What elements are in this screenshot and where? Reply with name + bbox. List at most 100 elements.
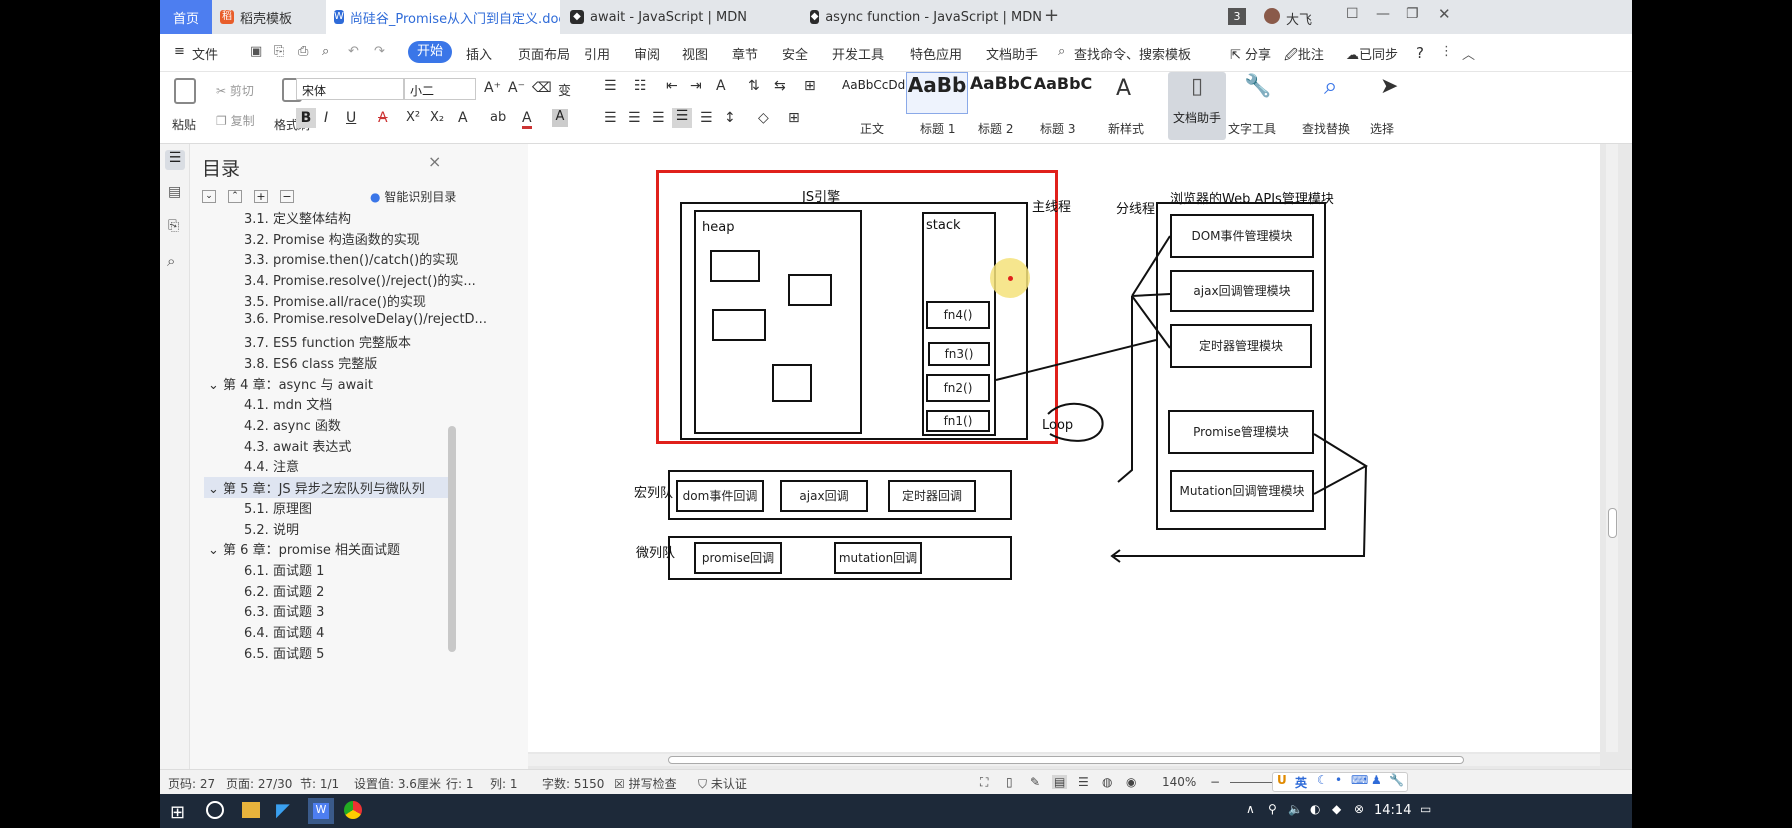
toc-item[interactable]: 3.5. Promise.all/race()的实现 <box>244 291 426 310</box>
toc-item[interactable]: 3.6. Promise.resolveDelay()/rejectD... <box>244 312 487 327</box>
toc-chapter[interactable]: ⌄ 第 6 章：promise 相关面试题 <box>208 539 400 558</box>
close-window-icon[interactable]: ✕ <box>1438 5 1451 23</box>
avatar[interactable] <box>1264 8 1280 24</box>
chevron-down-icon[interactable]: ⌄ <box>208 543 223 558</box>
save-icon[interactable]: ▣ <box>250 44 262 59</box>
volume-icon[interactable]: 🔈 <box>1288 802 1303 816</box>
italic-icon[interactable]: I <box>324 110 328 126</box>
vertical-scrollbar[interactable] <box>1606 144 1618 752</box>
menu-devtools[interactable]: 开发工具 <box>832 44 884 63</box>
write-mode-icon[interactable]: ✎ <box>1030 775 1040 789</box>
tab-daoke[interactable]: 稻稻壳模板 <box>212 0 324 34</box>
tab-mdn-await[interactable]: ◆ await - JavaScript | MDN <box>562 0 800 34</box>
menu-security[interactable]: 安全 <box>782 44 808 63</box>
chrome-icon[interactable] <box>344 801 362 819</box>
bullets-icon[interactable]: ☰ <box>604 78 617 94</box>
fullscreen-icon[interactable]: ⛶ <box>980 775 988 790</box>
zoom-level[interactable]: 140% <box>1162 775 1196 789</box>
char-shading-icon[interactable]: A <box>552 109 568 127</box>
menu-file[interactable]: 文件 <box>192 44 218 63</box>
clear-format-icon[interactable]: ⌫ <box>532 80 552 96</box>
superscript-icon[interactable]: X² <box>406 110 420 125</box>
horizontal-scroll-thumb[interactable] <box>668 756 1464 764</box>
bold-icon[interactable]: B <box>296 108 316 128</box>
spellcheck-button[interactable]: ☒ 拼写检查 <box>614 775 677 792</box>
vertical-scroll-thumb[interactable] <box>1608 508 1617 538</box>
restore-icon[interactable]: ❐ <box>1406 6 1419 22</box>
cut-button[interactable]: ✂ 剪切 <box>216 82 254 99</box>
vscode-icon[interactable]: ◤ <box>276 800 290 821</box>
menu-features[interactable]: 特色应用 <box>910 44 962 63</box>
shrink-font-icon[interactable]: A⁻ <box>508 80 525 96</box>
distribute-icon[interactable]: ☰ <box>700 110 713 126</box>
increase-indent-icon[interactable]: ⇥ <box>690 78 702 94</box>
hamburger-icon[interactable]: ≡ <box>174 44 185 59</box>
toc-item[interactable]: 4.4. 注意 <box>244 456 299 475</box>
status-page-number[interactable]: 页码: 27 <box>168 775 215 792</box>
ime-moon-icon[interactable]: ☾ <box>1317 773 1328 787</box>
borders-icon[interactable]: ⊞ <box>788 110 800 126</box>
decrease-indent-icon[interactable]: ⇤ <box>666 78 678 94</box>
undo-icon[interactable]: ↶ <box>348 44 359 59</box>
cortana-icon[interactable] <box>206 801 224 819</box>
command-search[interactable]: 查找命令、搜索模板 <box>1074 44 1191 63</box>
share-button[interactable]: ⇱ 分享 <box>1230 44 1271 63</box>
new-tab-button[interactable]: + <box>1044 5 1059 26</box>
notification-icon[interactable]: ▭ <box>1420 802 1431 816</box>
status-pages[interactable]: 页面: 27/30 <box>226 775 292 792</box>
select-cursor-icon[interactable]: ➤ <box>1380 74 1398 99</box>
tab-count-badge[interactable]: 3 <box>1228 8 1246 25</box>
subscript-icon[interactable]: X₂ <box>430 110 444 125</box>
numbering-icon[interactable]: ☷ <box>634 78 647 94</box>
ime-lang[interactable]: 英 <box>1295 774 1307 791</box>
line-spacing-icon[interactable]: ↕ <box>724 110 736 126</box>
file-explorer-icon[interactable] <box>242 802 260 818</box>
text-effect-icon[interactable]: A <box>458 110 468 126</box>
wrench-icon[interactable]: 🔧 <box>1244 74 1271 99</box>
toc-item[interactable]: 6.2. 面试题 2 <box>244 581 324 600</box>
cert-button[interactable]: ⛉ 未认证 <box>698 775 747 792</box>
user-name[interactable]: 大飞 <box>1286 9 1312 28</box>
ime-tools-icon[interactable]: 🔧 <box>1389 773 1404 787</box>
toc-item[interactable]: 3.1. 定义整体结构 <box>244 208 351 227</box>
menu-start[interactable]: 开始 <box>408 41 452 63</box>
tray-pin-icon[interactable]: ⚲ <box>1268 802 1277 816</box>
eye-protect-icon[interactable]: ◉ <box>1126 775 1136 789</box>
phonetic-icon[interactable]: 变 <box>558 80 571 99</box>
select-button[interactable]: 选择 <box>1370 120 1394 137</box>
sync-button[interactable]: ☁已同步 <box>1346 44 1398 63</box>
show-marks-icon[interactable]: ⇆ <box>774 78 786 94</box>
toc-scrollbar[interactable] <box>448 426 456 652</box>
toc-panel-icon[interactable]: ☰ <box>165 150 185 170</box>
tab-doc[interactable]: W尚硅谷_Promise从入门到自定义.doc● <box>326 0 560 34</box>
justify-icon[interactable]: ☰ <box>672 108 692 128</box>
page-view-icon[interactable]: ▤ <box>1052 775 1068 789</box>
new-style-button[interactable]: 新样式 <box>1108 120 1144 137</box>
collapse-ribbon-icon[interactable]: ︿ <box>1462 44 1475 63</box>
toc-item[interactable]: 3.4. Promise.resolve()/reject()的实... <box>244 270 476 289</box>
toc-item[interactable]: 4.2. async 函数 <box>244 415 341 434</box>
menu-assistant[interactable]: 文档助手 <box>986 44 1038 63</box>
more-icon[interactable]: ⋮ <box>1440 44 1453 59</box>
tab-home[interactable]: 首页 <box>160 0 212 34</box>
font-name-select[interactable]: 宋体 <box>296 78 404 100</box>
comment-button[interactable]: 🖉批注 <box>1284 44 1324 68</box>
font-size-select[interactable]: 小二 <box>404 78 476 100</box>
clock[interactable]: 14:14 <box>1374 803 1411 818</box>
toc-chapter[interactable]: ⌄ 第 5 章：JS 异步之宏队列与微队列 <box>204 477 448 498</box>
toc-item[interactable]: 6.3. 面试题 3 <box>244 601 324 620</box>
network-icon[interactable]: ◐ <box>1310 802 1320 816</box>
help-icon[interactable]: ? <box>1416 44 1424 62</box>
style-heading2[interactable]: AaBbC <box>970 74 1032 114</box>
style-heading3[interactable]: AaBbC <box>1032 74 1094 114</box>
ime-punct-icon[interactable]: • <box>1335 773 1342 787</box>
underline-icon[interactable]: U <box>346 110 356 126</box>
minimize-icon[interactable]: — <box>1376 6 1390 22</box>
zoom-out-icon[interactable]: − <box>1210 775 1220 789</box>
sort-icon[interactable]: ⇅ <box>748 78 760 94</box>
pages-panel-icon[interactable]: ▤ <box>168 184 181 200</box>
menu-chapter[interactable]: 章节 <box>732 44 758 63</box>
find-replace-icon[interactable]: ⌕ <box>1324 72 1337 100</box>
chinese-layout-icon[interactable]: A <box>716 78 726 94</box>
menu-review[interactable]: 审阅 <box>634 44 660 63</box>
